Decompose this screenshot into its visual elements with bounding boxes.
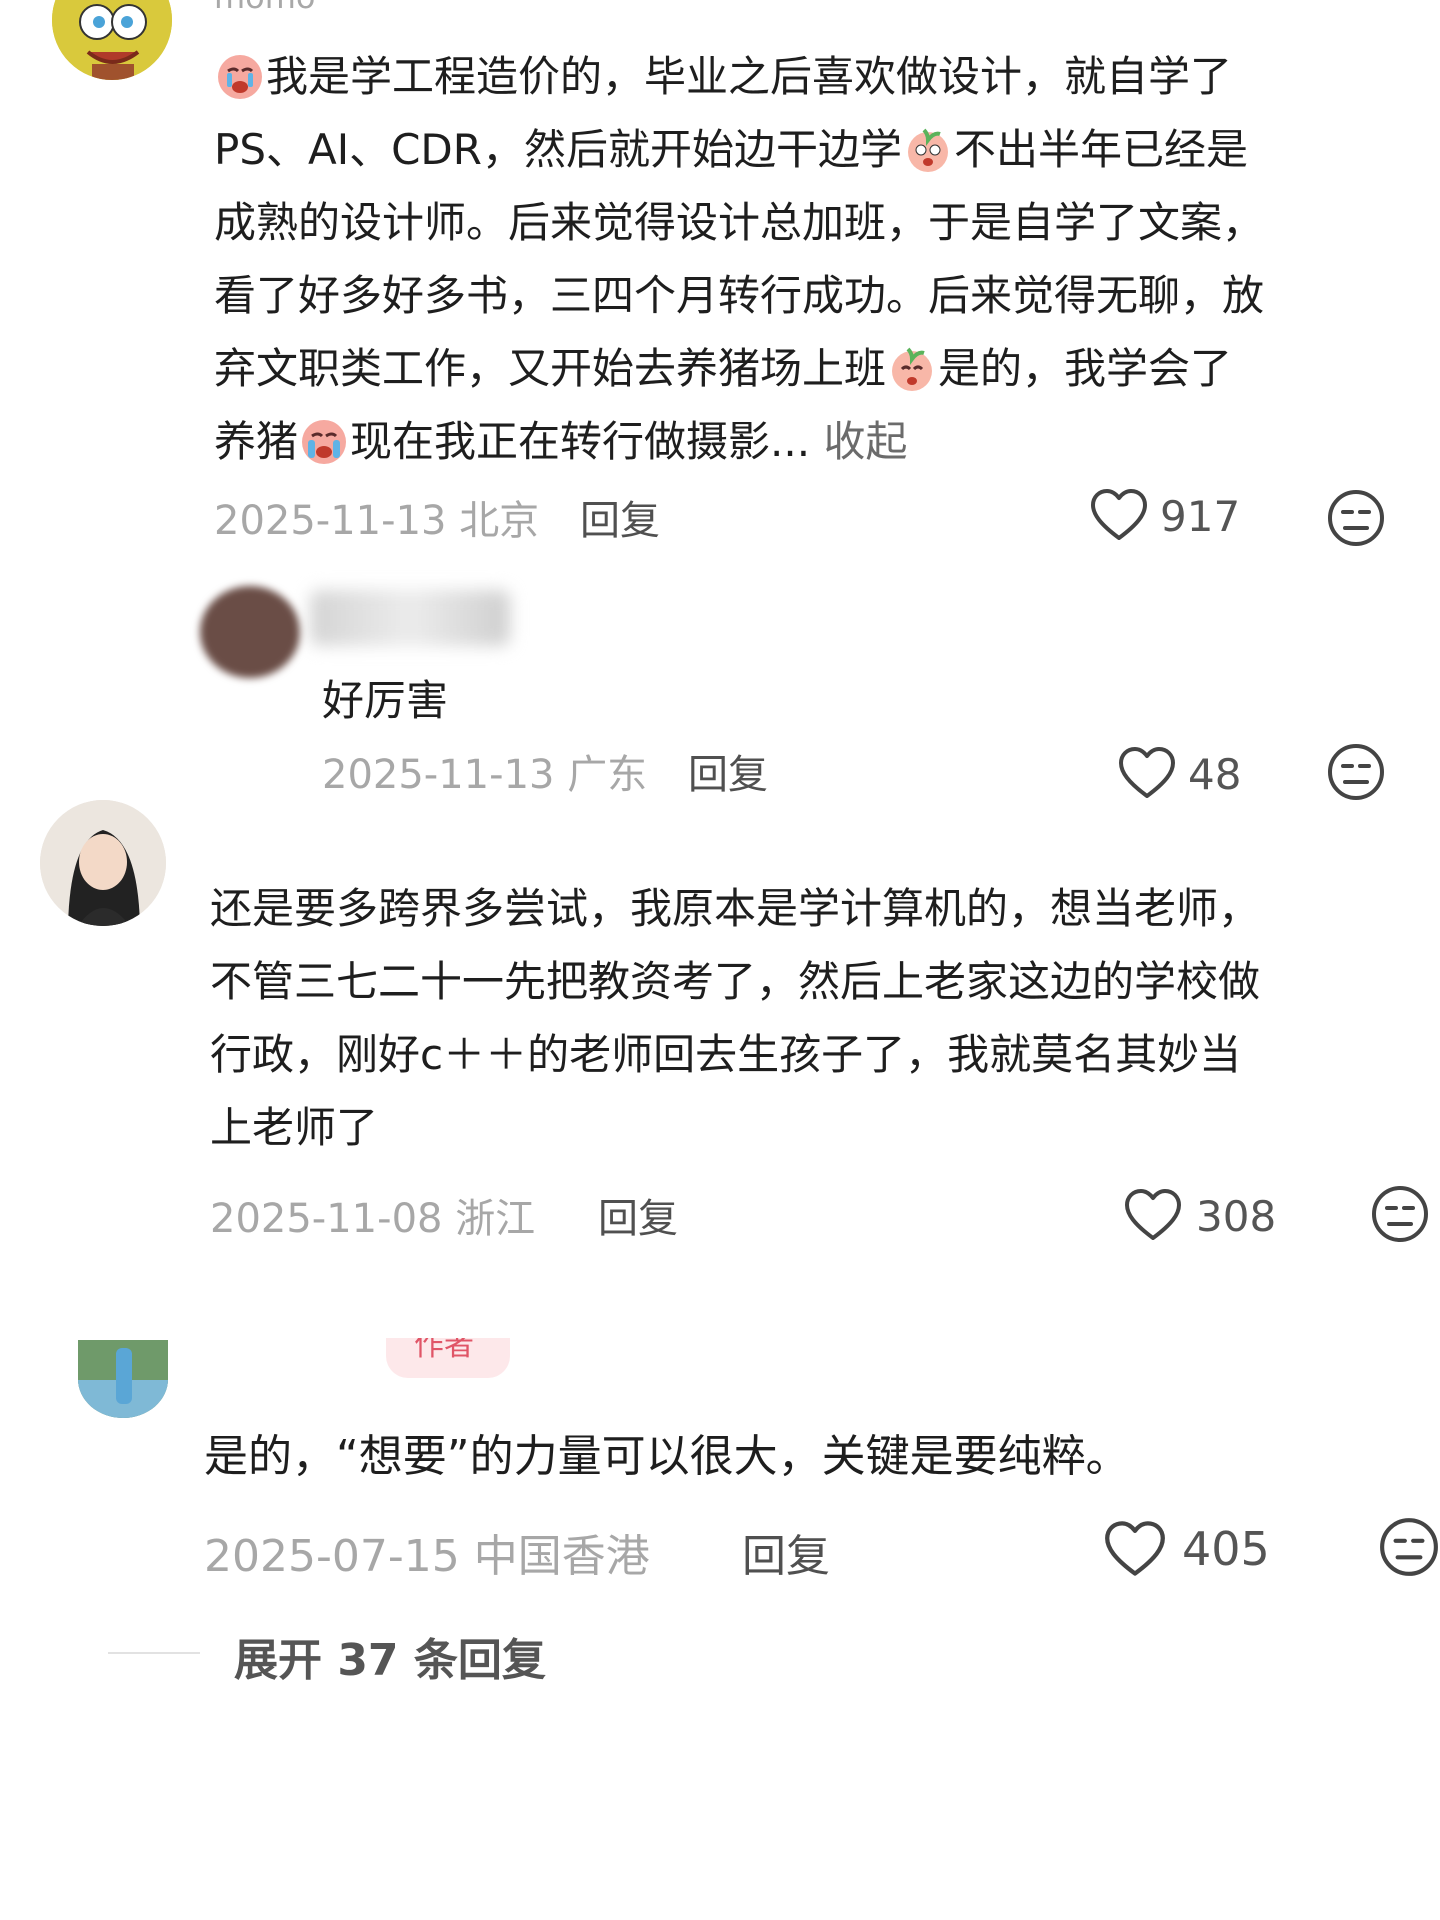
comment-date: 2025-11-08 xyxy=(210,1196,443,1242)
comment-text: 我是学工程造价的，毕业之后喜欢做设计，就自学了 PS、AI、CDR，然后就开始边… xyxy=(214,40,1394,478)
comment-line: PS、AI、CDR，然后就开始边干边学 xyxy=(214,125,902,174)
meh-face-icon[interactable] xyxy=(1326,488,1386,548)
heart-outline-icon[interactable] xyxy=(1090,488,1150,548)
meh-face-icon[interactable] xyxy=(1378,1516,1440,1578)
meh-face-icon[interactable] xyxy=(1326,742,1386,802)
expand-divider xyxy=(108,1652,200,1654)
peach-emoji-icon xyxy=(892,347,933,391)
author-badge: 作者 xyxy=(386,1338,510,1378)
comment-line: 是的，我学会了 xyxy=(938,344,1233,393)
comment-line: 不出半年已经是 xyxy=(953,125,1248,174)
comment-line: 我是学工程造价的，毕业之后喜欢做设计，就自学了 xyxy=(266,52,1233,101)
reply-button[interactable]: 回复 xyxy=(598,1186,678,1244)
avatar-woman[interactable] xyxy=(40,800,166,926)
like-count: 405 xyxy=(1182,1522,1270,1576)
comment-date: 2025-07-15 xyxy=(204,1531,460,1582)
heart-outline-icon[interactable] xyxy=(1118,746,1176,800)
comment-meta: 2025-11-08 浙江 xyxy=(210,1186,535,1244)
comment-date: 2025-11-13 xyxy=(322,752,555,798)
comment-meta: 2025-11-13 广东 xyxy=(322,742,647,800)
username-blurred[interactable] xyxy=(310,590,510,646)
comment-line: 行政，刚好c＋＋的老师回去生孩子了，我就莫名其妙当 xyxy=(210,1030,1242,1079)
collapse-link[interactable]: 收起 xyxy=(823,417,907,466)
comment-text: 还是要多跨界多尝试，我原本是学计算机的，想当老师， 不管三七二十一先把教资考了，… xyxy=(210,872,1430,1164)
reply-button[interactable]: 回复 xyxy=(742,1520,830,1584)
avatar-blurred[interactable] xyxy=(200,586,300,678)
reply-button[interactable]: 回复 xyxy=(580,488,660,546)
heart-outline-icon[interactable] xyxy=(1124,1188,1182,1242)
author-badge-label: 作者 xyxy=(414,1338,474,1363)
heart-outline-icon[interactable] xyxy=(1104,1520,1166,1578)
avatar-author[interactable] xyxy=(78,1340,168,1418)
comment-line: 还是要多跨界多尝试，我原本是学计算机的，想当老师， xyxy=(210,884,1261,933)
comment-line: 不管三七二十一先把教资考了，然后上老家这边的学校做 xyxy=(210,957,1261,1006)
comment-location: 中国香港 xyxy=(473,1531,650,1582)
comment-meta: 2025-11-13 北京 xyxy=(214,488,539,546)
comment-meta: 2025-07-15 中国香港 xyxy=(204,1520,650,1584)
crying-emoji-icon xyxy=(302,420,347,464)
comment-line: 弃文职类工作，又开始去养猪场上班 xyxy=(214,344,887,393)
comment-line: 现在我正在转行做摄影... xyxy=(350,417,811,466)
comment-line: 上老师了 xyxy=(210,1103,379,1152)
like-count: 308 xyxy=(1196,1192,1277,1241)
comment-line: 看了好多好多书，三四个月转行成功。后来觉得无聊，放 xyxy=(214,271,1265,320)
expand-replies-button[interactable]: 展开 37 条回复 xyxy=(234,1624,546,1688)
username[interactable]: momo xyxy=(214,0,316,16)
comment-line: 养猪 xyxy=(214,417,299,466)
comment-date: 2025-11-13 xyxy=(214,498,447,544)
meh-face-icon[interactable] xyxy=(1370,1184,1430,1244)
peach-emoji-icon xyxy=(907,128,948,172)
comment-text: 是的，“想要”的力量可以很大，关键是要纯粹。 xyxy=(204,1431,1130,1482)
avatar-spongebob[interactable] xyxy=(52,0,172,80)
like-count: 48 xyxy=(1188,750,1242,799)
comment-line: 成熟的设计师。后来觉得设计总加班，于是自学了文案， xyxy=(214,198,1265,247)
comment-text: 好厉害 xyxy=(322,676,449,725)
comment-location: 北京 xyxy=(459,498,540,544)
reply-button[interactable]: 回复 xyxy=(688,742,768,800)
like-count: 917 xyxy=(1160,492,1241,541)
comment-location: 广东 xyxy=(567,752,648,798)
comment-location: 浙江 xyxy=(455,1196,536,1242)
crying-emoji-icon xyxy=(218,55,262,99)
